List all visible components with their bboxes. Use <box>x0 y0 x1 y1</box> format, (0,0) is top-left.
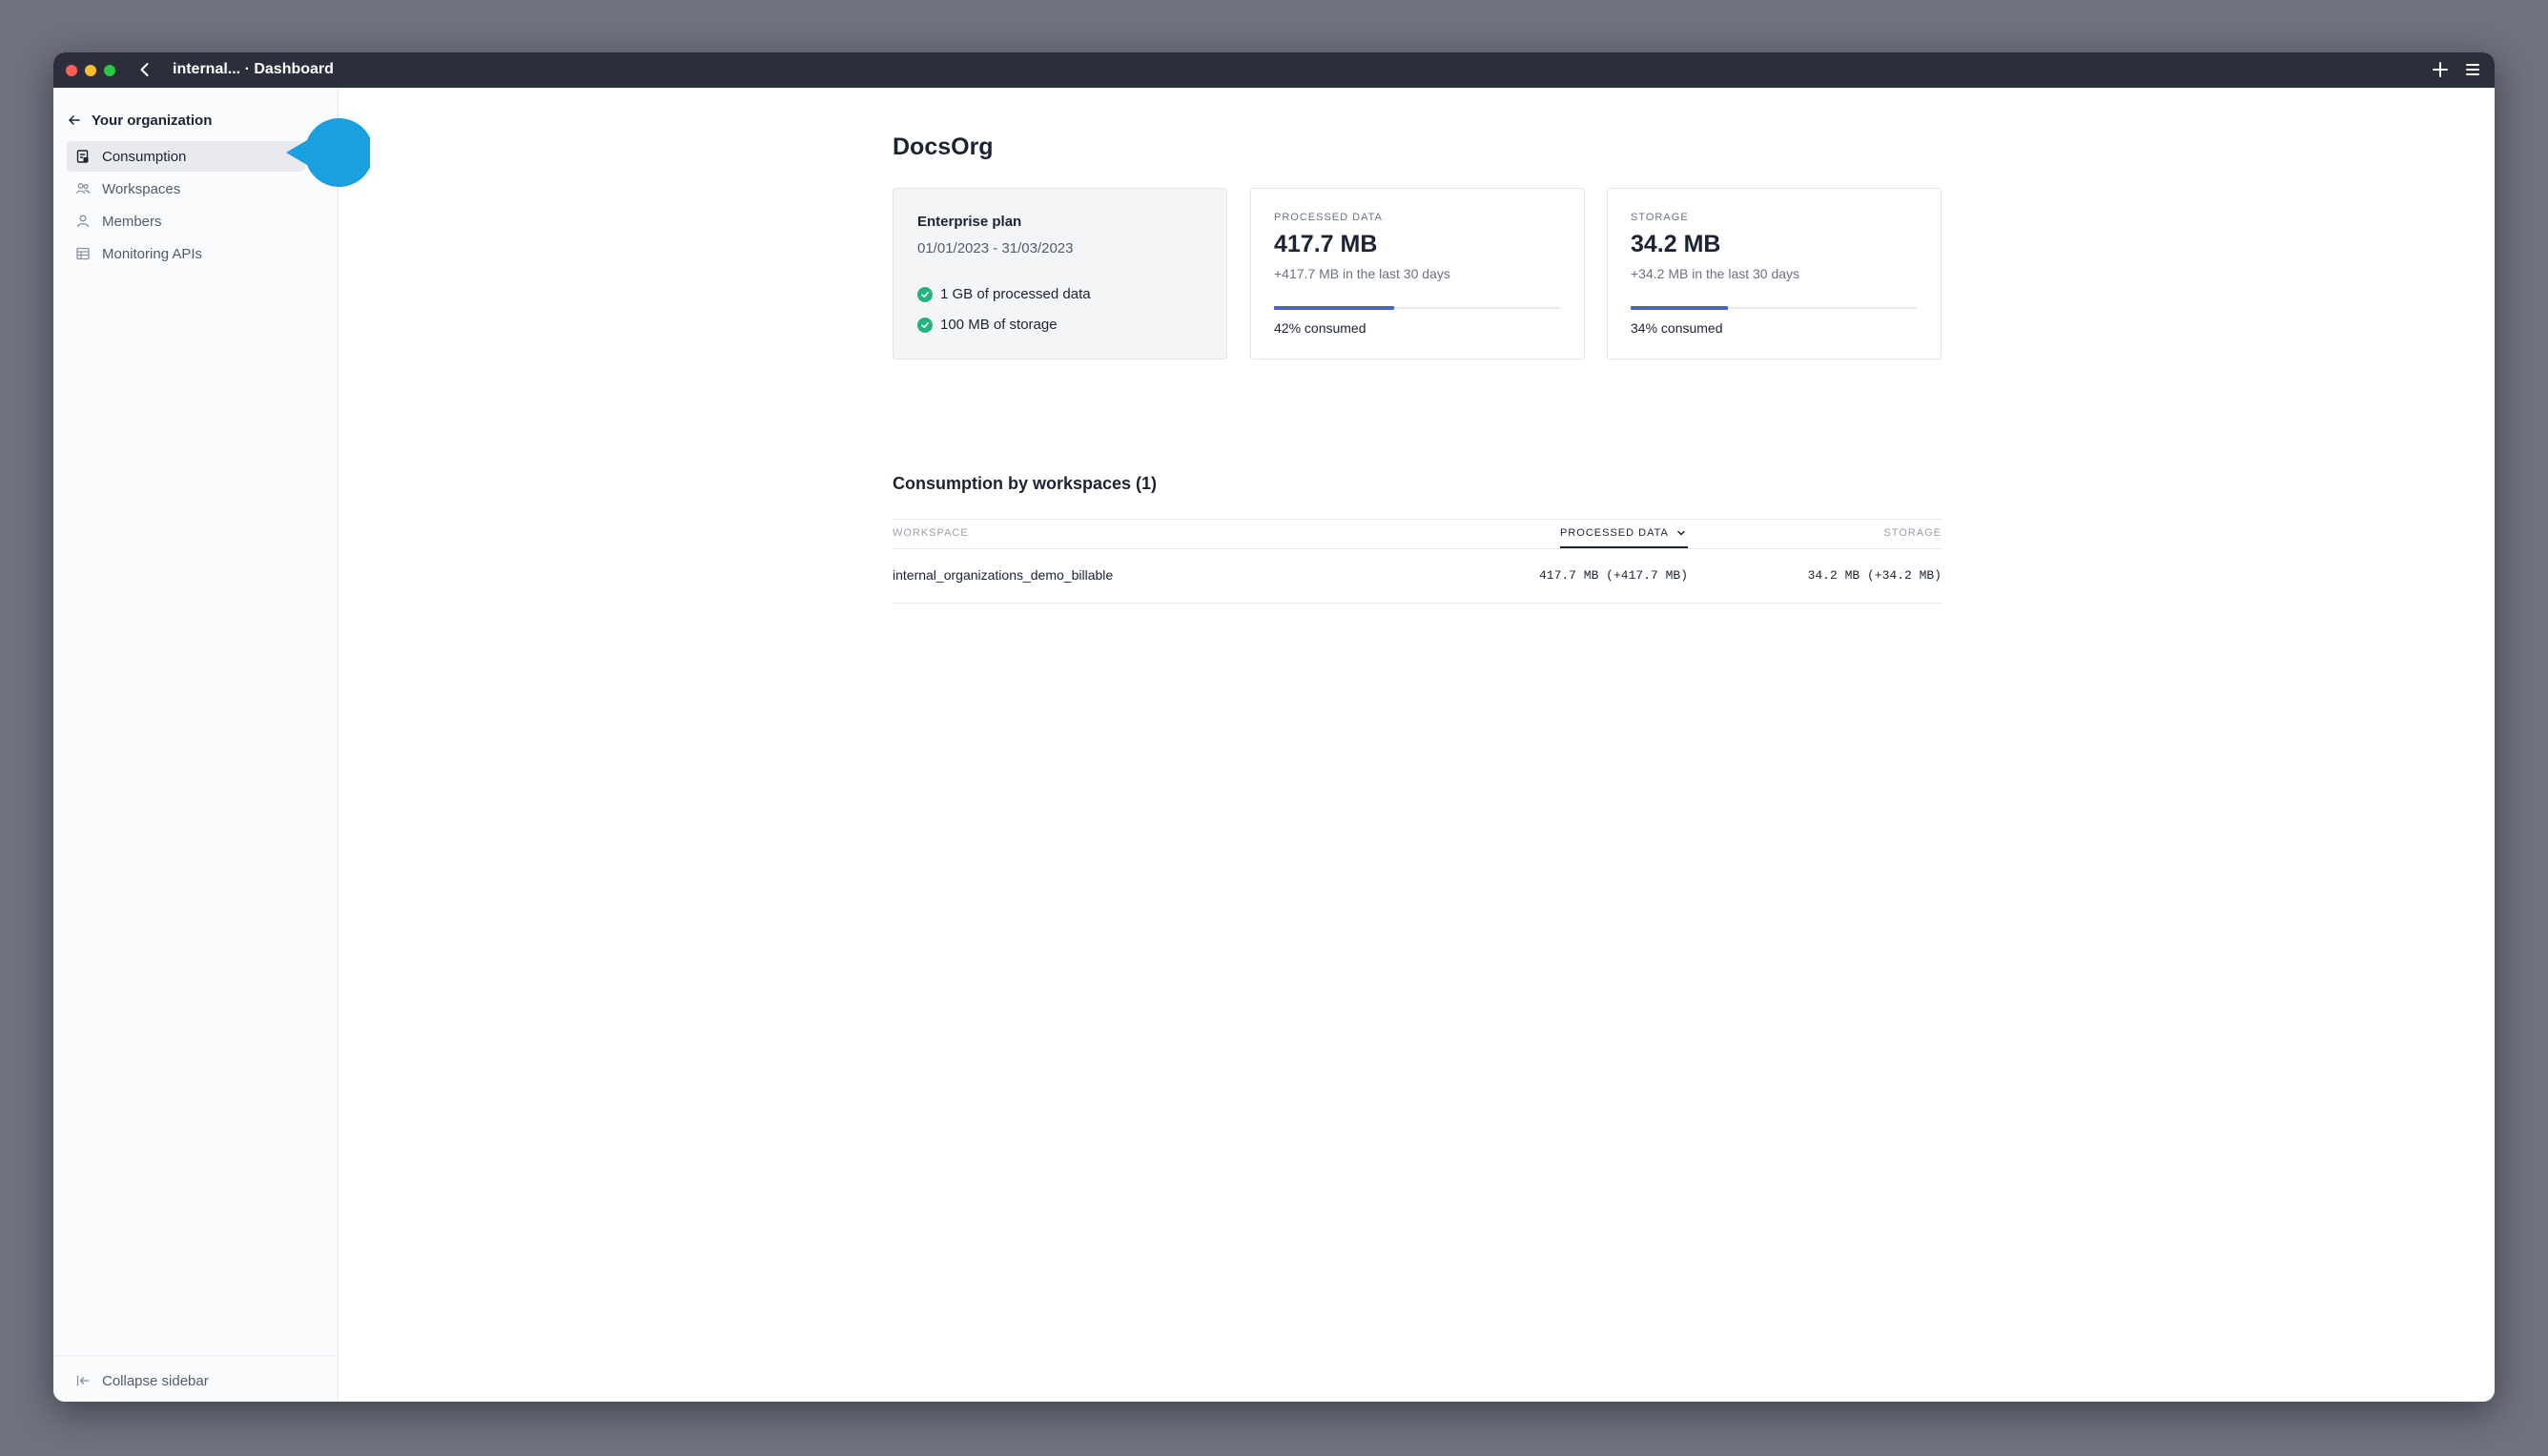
main-content: DocsOrg Enterprise plan 01/01/2023 - 31/… <box>338 88 2495 1402</box>
consumption-icon <box>75 149 91 164</box>
sidebar-item-label: Members <box>102 213 162 230</box>
progress-bar-fill <box>1274 306 1394 310</box>
processed-data-card: PROCESSED DATA 417.7 MB +417.7 MB in the… <box>1250 188 1585 359</box>
app-window: internal... · Dashboard Your organizatio… <box>53 52 2495 1402</box>
sort-indicator <box>1560 546 1688 548</box>
sidebar-item-monitoring-apis[interactable]: Monitoring APIs <box>67 238 305 269</box>
back-to-organization-link[interactable]: Your organization <box>67 109 212 132</box>
hamburger-menu-icon[interactable] <box>2462 59 2483 80</box>
consumed-label: 34% consumed <box>1631 320 1723 336</box>
table-row[interactable]: internal_organizations_demo_billable 417… <box>893 549 1942 604</box>
column-header-storage[interactable]: STORAGE <box>1883 527 1942 539</box>
card-value: 417.7 MB <box>1274 231 1378 257</box>
consumed-label: 42% consumed <box>1274 320 1366 336</box>
plan-feature-label: 100 MB of storage <box>940 317 1058 333</box>
sidebar: Your organization Consumption Workspaces… <box>53 88 339 1402</box>
progress-bar-fill <box>1631 306 1728 310</box>
arrow-left-icon <box>69 115 80 125</box>
card-subtext: +417.7 MB in the last 30 days <box>1274 266 1450 281</box>
collapse-icon <box>76 1375 90 1386</box>
workspaces-table: WORKSPACE PROCESSED DATA STORAGE interna… <box>893 519 1942 604</box>
card-label: PROCESSED DATA <box>1274 212 1383 223</box>
section-title: Consumption by workspaces (1) <box>893 474 1158 493</box>
workspace-name: internal_organizations_demo_billable <box>893 567 1114 583</box>
page-title: DocsOrg <box>893 133 994 160</box>
plan-name: Enterprise plan <box>917 214 1022 230</box>
sidebar-item-label: Workspaces <box>102 180 181 197</box>
processed-data-cell: 417.7 MB (+417.7 MB) <box>1538 568 1688 583</box>
members-icon <box>75 214 91 229</box>
column-header-workspace[interactable]: WORKSPACE <box>893 527 969 539</box>
card-value: 34.2 MB <box>1631 231 1721 257</box>
card-subtext: +34.2 MB in the last 30 days <box>1631 266 1800 281</box>
progress-bar <box>1631 306 1917 310</box>
sidebar-item-workspaces[interactable]: Workspaces <box>67 174 305 204</box>
plan-card: Enterprise plan 01/01/2023 - 31/03/2023 … <box>893 188 1227 359</box>
plus-icon[interactable] <box>2430 59 2451 80</box>
storage-card: STORAGE 34.2 MB +34.2 MB in the last 30 … <box>1607 188 1942 359</box>
check-circle-icon <box>917 286 933 302</box>
monitoring-icon <box>75 246 91 261</box>
workspaces-icon <box>75 181 91 196</box>
sidebar-item-members[interactable]: Members <box>67 206 305 236</box>
card-label: STORAGE <box>1631 212 1689 223</box>
step-callout-number: 1 <box>380 130 402 172</box>
sidebar-item-label: Monitoring APIs <box>102 245 203 262</box>
column-header-processed-data[interactable]: PROCESSED DATA <box>1560 527 1686 539</box>
title-bar: internal... · Dashboard <box>53 52 2495 88</box>
back-link-label: Your organization <box>92 112 213 129</box>
minimize-window-button[interactable] <box>85 65 96 76</box>
sidebar-item-consumption[interactable]: Consumption <box>67 141 305 172</box>
maximize-window-button[interactable] <box>104 65 115 76</box>
column-header-label: PROCESSED DATA <box>1560 527 1669 539</box>
chevron-down-icon <box>1677 530 1685 536</box>
plan-feature: 1 GB of processed data <box>917 286 1091 302</box>
back-arrow-icon[interactable] <box>134 58 156 81</box>
plan-dates: 01/01/2023 - 31/03/2023 <box>917 240 1074 256</box>
plan-feature-label: 1 GB of processed data <box>940 286 1091 302</box>
sidebar-item-label: Consumption <box>102 148 187 165</box>
check-circle-icon <box>917 317 933 333</box>
progress-bar <box>1274 306 1560 310</box>
table-header: WORKSPACE PROCESSED DATA STORAGE <box>893 519 1942 549</box>
close-window-button[interactable] <box>66 65 77 76</box>
collapse-sidebar-label: Collapse sidebar <box>102 1372 209 1389</box>
plan-feature: 100 MB of storage <box>917 317 1058 333</box>
collapse-sidebar-button[interactable]: Collapse sidebar <box>75 1369 209 1392</box>
sidebar-divider <box>53 1355 338 1356</box>
window-title: internal... · Dashboard <box>173 61 334 77</box>
storage-cell: 34.2 MB (+34.2 MB) <box>1807 568 1942 583</box>
